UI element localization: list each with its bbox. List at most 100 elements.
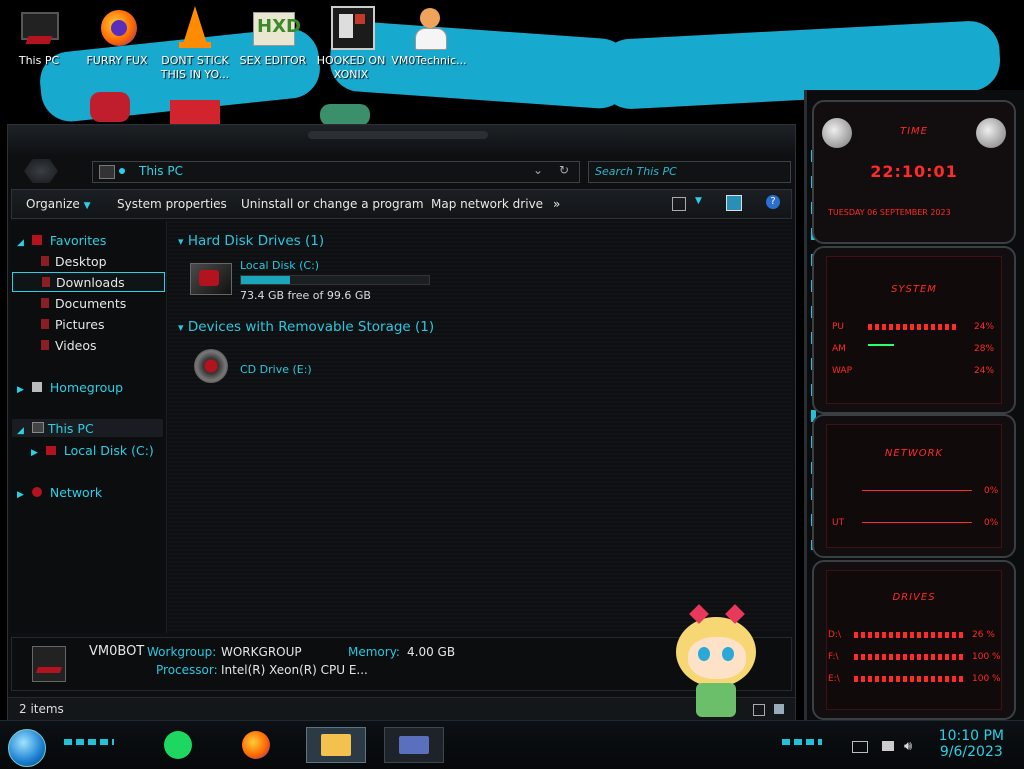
game-icon xyxy=(329,6,375,50)
pc-icon xyxy=(31,422,44,433)
firefox-icon xyxy=(242,731,270,759)
chevron-down-icon: ▼ xyxy=(83,201,91,211)
desktop-icon-label: DONT STICK THIS IN YO... xyxy=(160,54,230,81)
drive3-label: E:\ xyxy=(828,674,840,684)
address-bar[interactable]: This PC ⌄ ↻ xyxy=(92,161,580,183)
start-button[interactable] xyxy=(8,729,46,767)
control-panel-taskbar-button[interactable] xyxy=(384,727,444,763)
nav-favorites[interactable]: ◢ Favorites xyxy=(17,233,106,248)
control-panel-icon xyxy=(399,736,429,754)
organize-button[interactable]: Organize ▼ xyxy=(26,197,91,211)
time-gadget-title: TIME xyxy=(899,126,928,137)
navigation-pane: ◢ Favorites Desktop Downloads Documents … xyxy=(11,221,167,633)
nav-videos[interactable]: Videos xyxy=(41,338,97,353)
drive1-value: 26 % xyxy=(972,630,995,640)
desktop-icon-label: SEX EDITOR xyxy=(239,54,307,67)
content-pane: ▾ Hard Disk Drives (1) Local Disk (C:) 7… xyxy=(168,221,792,633)
spotify-button[interactable] xyxy=(160,729,200,761)
computer-icon xyxy=(17,6,61,50)
view-options-icon[interactable] xyxy=(672,197,686,211)
back-forward-button[interactable] xyxy=(24,159,58,183)
desktop-icon-this-pc[interactable]: This PC xyxy=(0,6,78,68)
map-network-drive-button[interactable]: Map network drive xyxy=(431,197,543,211)
system-properties-button[interactable]: System properties xyxy=(117,197,227,211)
processor-value: Intel(R) Xeon(R) CPU E... xyxy=(221,663,368,677)
time-gadget[interactable]: TIME 22:10:01 TUESDAY 06 SEPTEMBER 2023 xyxy=(812,100,1016,244)
more-commands-button[interactable]: » xyxy=(553,197,560,211)
chevron-down-icon[interactable]: ⌄ xyxy=(533,163,543,177)
network-gadget[interactable]: NETWORK 0% UT 0% xyxy=(812,414,1016,558)
desktop-icon-firefox[interactable]: FURRY FUX xyxy=(78,6,156,68)
disk-icon xyxy=(45,446,56,455)
drive3-meter xyxy=(854,676,964,682)
pictures-icon xyxy=(41,319,49,329)
drive3-value: 100 % xyxy=(972,674,1001,684)
system-gadget-title: SYSTEM xyxy=(891,284,937,295)
nav-local-disk[interactable]: ▶ Local Disk (C:) xyxy=(31,443,154,458)
search-input[interactable]: Search This PC xyxy=(588,161,791,183)
drive-item-c[interactable]: Local Disk (C:) 73.4 GB free of 99.6 GB xyxy=(190,257,440,303)
cpu-meter xyxy=(868,324,958,330)
computer-name: VM0BOT xyxy=(89,644,145,659)
tray-time: 10:10 PM xyxy=(938,728,1004,744)
swap-label: WAP xyxy=(832,366,852,376)
drives-gadget-title: DRIVES xyxy=(892,592,936,603)
taskbar-decoration xyxy=(64,739,114,745)
desktop-icon-label: VM0Technic... xyxy=(391,54,467,67)
desktop-icon-vm0technician[interactable]: VM0Technic... xyxy=(390,6,468,68)
nav-desktop[interactable]: Desktop xyxy=(41,254,107,269)
downloads-icon xyxy=(42,277,50,287)
preview-pane-icon[interactable] xyxy=(726,195,742,211)
drive-usage-fill xyxy=(241,276,290,284)
processor-label: Processor: xyxy=(156,663,218,677)
date-display: TUESDAY 06 SEPTEMBER 2023 xyxy=(828,208,951,217)
nav-downloads[interactable]: Downloads xyxy=(12,272,165,292)
window-titlebar[interactable] xyxy=(8,125,795,155)
search-placeholder: Search This PC xyxy=(595,165,677,178)
homegroup-icon xyxy=(31,382,42,392)
expand-arrow-icon: ◢ xyxy=(17,426,24,436)
desktop-icon-hex-editor[interactable]: HXD SEX EDITOR xyxy=(234,6,312,68)
drive-item-e[interactable]: CD Drive (E:) xyxy=(194,345,394,385)
memory-label: Memory: xyxy=(348,645,400,659)
group-header-removable[interactable]: ▾ Devices with Removable Storage (1) xyxy=(178,319,434,335)
star-icon xyxy=(31,235,42,245)
nav-pictures[interactable]: Pictures xyxy=(41,317,105,332)
uninstall-program-button[interactable]: Uninstall or change a program xyxy=(241,197,424,211)
cpu-value: 24% xyxy=(974,322,995,332)
ram-value: 28% xyxy=(974,344,995,354)
action-center-icon[interactable] xyxy=(852,741,868,753)
network-tray-icon[interactable] xyxy=(882,741,894,751)
taskbar-decoration xyxy=(782,739,822,745)
nav-homegroup[interactable]: ▶ Homegroup xyxy=(17,380,123,395)
folder-icon xyxy=(321,734,351,756)
cpu-label: PU xyxy=(832,322,845,332)
expand-arrow-icon: ◢ xyxy=(17,238,24,248)
firefox-icon xyxy=(95,6,139,50)
technician-icon xyxy=(407,6,451,50)
volume-icon[interactable]: 🔊︎ xyxy=(904,739,912,754)
system-gadget[interactable]: SYSTEM PU 24% AM 28% WAP 24% xyxy=(812,246,1016,414)
net-out-label: UT xyxy=(832,518,845,528)
help-icon[interactable]: ? xyxy=(766,195,780,209)
refresh-icon[interactable]: ↻ xyxy=(559,163,569,177)
memory-value: 4.00 GB xyxy=(407,645,456,659)
drives-gadget[interactable]: DRIVES D:\ 26 % F:\ 100 % E:\ 100 % xyxy=(812,560,1016,720)
large-icons-view-icon[interactable] xyxy=(774,704,784,714)
nav-this-pc[interactable]: ◢ This PC xyxy=(12,419,163,437)
swap-value: 24% xyxy=(974,366,995,376)
file-explorer-taskbar-button[interactable] xyxy=(306,727,366,763)
drive2-meter xyxy=(854,654,964,660)
tray-clock[interactable]: 10:10 PM 9/6/2023 xyxy=(939,728,1004,760)
group-header-hard-disks[interactable]: ▾ Hard Disk Drives (1) xyxy=(178,233,324,249)
nav-documents[interactable]: Documents xyxy=(41,296,126,311)
firefox-taskbar-button[interactable] xyxy=(238,729,278,761)
hard-drive-icon xyxy=(190,263,232,295)
computer-icon xyxy=(32,646,66,682)
desktop-icon-vlc[interactable]: DONT STICK THIS IN YO... xyxy=(156,6,234,82)
nav-network[interactable]: ▶ Network xyxy=(17,485,102,500)
drive2-value: 100 % xyxy=(972,652,1001,662)
address-text: This PC xyxy=(139,164,183,178)
chevron-down-icon[interactable]: ▼ xyxy=(695,196,702,206)
desktop-icon-xonix[interactable]: HOOKED ON XONIX xyxy=(312,6,390,82)
